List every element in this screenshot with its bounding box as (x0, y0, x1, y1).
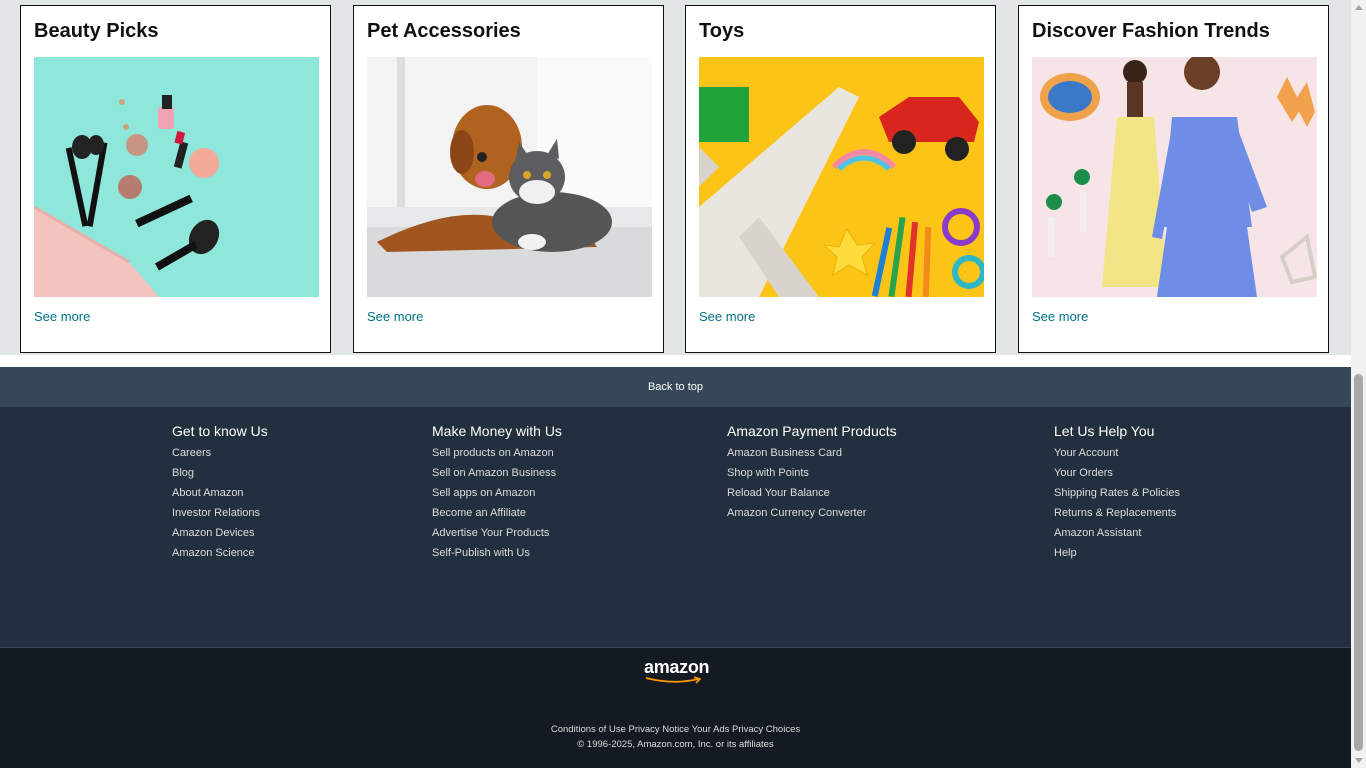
see-more-link[interactable]: See more (699, 309, 755, 324)
card-toys: Toys See more (685, 5, 996, 353)
vertical-scrollbar[interactable] (1351, 0, 1366, 768)
page: Beauty Picks See more Pet Accessories Se… (0, 0, 1351, 768)
conditions-of-use-link[interactable]: Conditions of Use (551, 724, 626, 735)
footer-column-heading: Make Money with Us (432, 423, 562, 439)
footer-link-about-amazon[interactable]: About Amazon (172, 487, 244, 499)
back-to-top-button[interactable]: Back to top (0, 367, 1351, 407)
footer-link-advertise[interactable]: Advertise Your Products (432, 527, 549, 539)
footer-link-careers[interactable]: Careers (172, 447, 211, 459)
footer-link-help[interactable]: Help (1054, 547, 1077, 559)
footer-link-sell-business[interactable]: Sell on Amazon Business (432, 467, 556, 479)
chevron-down-icon[interactable] (1355, 758, 1363, 763)
amazon-logo-text: amazon (644, 657, 710, 677)
card-pet-accessories: Pet Accessories See more (353, 5, 664, 353)
footer-link-your-orders[interactable]: Your Orders (1054, 467, 1113, 479)
footer-link-self-publish[interactable]: Self-Publish with Us (432, 547, 530, 559)
footer-link-amazon-assistant[interactable]: Amazon Assistant (1054, 527, 1141, 539)
footer-column-heading: Get to know Us (172, 423, 268, 439)
card-title: Pet Accessories (367, 20, 521, 42)
category-cards: Beauty Picks See more Pet Accessories Se… (0, 0, 1351, 355)
card-title: Toys (699, 20, 745, 42)
legal-text: Conditions of Use Privacy Notice Your Ad… (0, 724, 1351, 750)
see-more-link[interactable]: See more (1032, 309, 1088, 324)
see-more-link[interactable]: See more (34, 309, 90, 324)
pet-accessories-image[interactable] (367, 57, 652, 297)
footer-link-shipping-rates[interactable]: Shipping Rates & Policies (1054, 487, 1180, 499)
footer-link-your-account[interactable]: Your Account (1054, 447, 1118, 459)
footer-column-heading: Let Us Help You (1054, 423, 1155, 439)
toys-image[interactable] (699, 57, 984, 297)
card-discover-fashion-trends: Discover Fashion Trends See more (1018, 5, 1329, 353)
smile-arrow-icon (645, 676, 702, 684)
footer-link-sell-apps[interactable]: Sell apps on Amazon (432, 487, 535, 499)
footer-link-investor-relations[interactable]: Investor Relations (172, 507, 260, 519)
footer-link-amazon-science[interactable]: Amazon Science (172, 547, 255, 559)
footer-link-affiliate[interactable]: Become an Affiliate (432, 507, 526, 519)
footer-logo-bar: amazon (0, 648, 1351, 704)
footer-column-help: Let Us Help You Your Account Your Orders… (1054, 423, 1180, 566)
card-beauty-picks: Beauty Picks See more (20, 5, 331, 353)
card-title: Beauty Picks (34, 20, 159, 42)
footer-link-business-card[interactable]: Amazon Business Card (727, 447, 842, 459)
footer-link-currency-converter[interactable]: Amazon Currency Converter (727, 507, 866, 519)
footer-link-shop-with-points[interactable]: Shop with Points (727, 467, 809, 479)
fashion-image[interactable] (1032, 57, 1317, 297)
privacy-notice-link[interactable]: Privacy Notice (629, 724, 690, 735)
amazon-logo[interactable]: amazon (644, 657, 710, 684)
copyright-text: © 1996-2025, Amazon.com, Inc. or its aff… (577, 739, 774, 750)
footer-navigation: Get to know Us Careers Blog About Amazon… (0, 407, 1351, 647)
scrollbar-thumb[interactable] (1354, 374, 1363, 751)
see-more-link[interactable]: See more (367, 309, 423, 324)
footer-link-amazon-devices[interactable]: Amazon Devices (172, 527, 255, 539)
footer-legal-bar: Conditions of Use Privacy Notice Your Ad… (0, 704, 1351, 768)
footer-column-heading: Amazon Payment Products (727, 423, 897, 439)
footer-link-reload-balance[interactable]: Reload Your Balance (727, 487, 830, 499)
footer-link-blog[interactable]: Blog (172, 467, 194, 479)
card-title: Discover Fashion Trends (1032, 20, 1270, 42)
footer-column-get-to-know-us: Get to know Us Careers Blog About Amazon… (172, 423, 268, 566)
footer-column-payment-products: Amazon Payment Products Amazon Business … (727, 423, 897, 526)
section-spacer (0, 355, 1351, 367)
beauty-image[interactable] (34, 57, 319, 297)
ads-privacy-choices-link[interactable]: Your Ads Privacy Choices (692, 724, 800, 735)
chevron-up-icon[interactable] (1355, 5, 1363, 10)
footer-column-make-money: Make Money with Us Sell products on Amaz… (432, 423, 562, 566)
footer-link-returns[interactable]: Returns & Replacements (1054, 507, 1176, 519)
footer-link-sell-products[interactable]: Sell products on Amazon (432, 447, 554, 459)
